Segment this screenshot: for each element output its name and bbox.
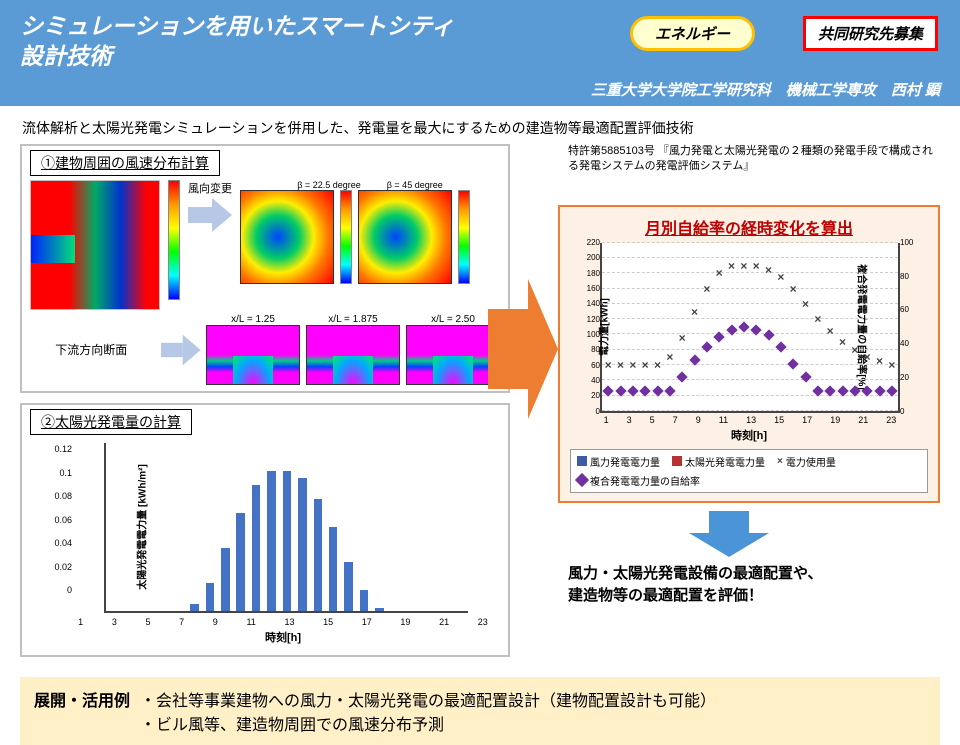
lead-text: 流体解析と太陽光発電シミュレーションを併用した、発電量を最大にするための建造物等… [0,106,960,144]
panel1-heading: ①建物周囲の風速分布計算 [30,150,220,176]
legend-pv: 太陽光発電電力量 [672,454,765,469]
beta-label-2: β = 45 degree [387,180,443,190]
combo-chart-title: 月別自給率の経時変化を算出 [570,215,928,239]
beta-label-1: β = 22.5 degree [297,180,360,190]
combo-x-ticks: 1357911131517192123 [600,415,900,425]
arrow-right-icon [188,198,232,232]
cfd-section-2 [306,325,400,385]
colorbar-icon [340,190,352,284]
arrow-down-icon [689,511,769,557]
panel-wind-distribution: ①建物周囲の風速分布計算 風向変更 β = 22.5 degree β = 45… [20,144,510,393]
pv-bar-chart: 太陽光発電電力量 [kWh/m²] [104,443,468,613]
colorbar-icon [168,180,180,300]
colorbar-icon [458,190,470,284]
cfd-plan-view [30,180,160,310]
title-line1: シミュレーションを用いたスマートシティ [20,13,454,39]
legend-selfsuff: 複合発電電力量の自給率 [577,473,700,488]
cfd-section-1 [206,325,300,385]
footer-applications: 展開・活用例 ・会社等事業建物への風力・太陽光発電の最適配置設計（建物配置設計も… [20,677,940,745]
cfd-section-3 [406,325,500,385]
patent-text: 特許第5885103号 『風力発電と太陽光発電の２種類の発電手段で構成される発電… [568,144,940,175]
combo-legend: 風力発電電力量 太陽光発電電力量 ×電力使用量 複合発電電力量の自給率 [570,449,928,493]
header-banner: シミュレーションを用いたスマートシティ 設計技術 エネルギー 共同研究先募集 三… [0,0,960,106]
note-downstream: 下流方向断面 [30,341,153,358]
xl-label-3: x/L = 2.50 [406,314,500,325]
footer-line1: ・会社等事業建物への風力・太陽光発電の最適配置設計（建物配置設計も可能） [140,687,716,711]
affiliation: 三重大学大学院工学研究科 機械工学専攻 西村 顕 [591,79,940,100]
combo-yticks-right: 020406080100 [900,238,920,416]
badge-collab: 共同研究先募集 [803,16,938,51]
combo-chart: 電力量[kWh] 複合発電電力量の自給率[%] 0204060801001201… [600,243,900,413]
footer-heading: 展開・活用例 [34,687,130,735]
panel2-heading: ②太陽光発電量の計算 [30,409,192,435]
badge-energy: エネルギー [630,16,755,51]
conclusion-text: 風力・太陽光発電設備の最適配置や、 建造物等の最適配置を評価！ [568,563,940,608]
xl-label-1: x/L = 1.25 [206,314,300,325]
footer-line2: ・ビル風等、建造物周囲での風速分布予測 [140,711,716,735]
cfd-beta22 [240,190,334,284]
combo-xlabel: 時刻[h] [570,427,928,443]
pv-x-ticks: 1357911131517192123 [74,617,492,627]
panel-pv-generation: ②太陽光発電量の計算 1日の総量：0.71kWh/m² 0.120.10.080… [20,403,510,657]
pv-xlabel: 時刻[h] [74,629,492,645]
legend-usage: ×電力使用量 [777,454,836,469]
big-arrow-right-icon [488,264,558,434]
footer-lines: ・会社等事業建物への風力・太陽光発電の最適配置設計（建物配置設計も可能） ・ビル… [140,687,716,735]
arrow-right-icon [161,334,198,365]
title-line2: 設計技術 [20,43,112,69]
cfd-beta45 [358,190,452,284]
combo-yticks-left: 020406080100120140160180200220 [578,238,600,416]
xl-label-2: x/L = 1.875 [306,314,400,325]
pv-y-ticks: 0.120.10.080.060.040.020 [50,445,72,595]
legend-wind: 風力発電電力量 [577,454,660,469]
combo-chart-panel: 月別自給率の経時変化を算出 電力量[kWh] 複合発電電力量の自給率[%] 02… [558,205,940,503]
note-wind-direction: 風向変更 [188,180,232,196]
